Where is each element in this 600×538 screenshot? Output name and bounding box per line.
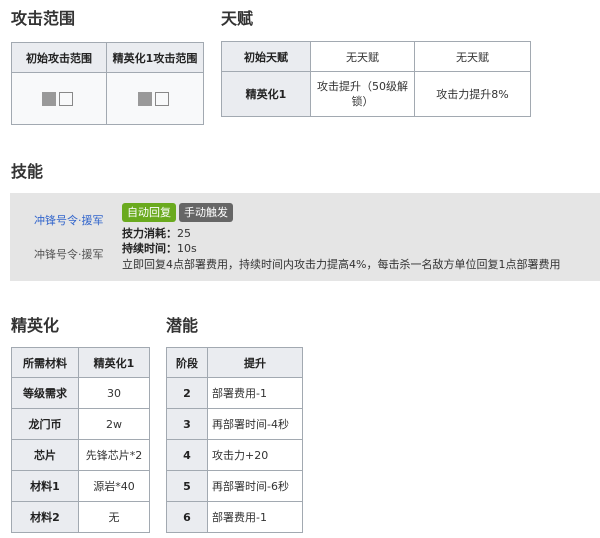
skill-tags: 自动回复 手动触发	[122, 203, 236, 222]
potential-stage: 5	[166, 470, 208, 502]
attack-range-col1-header: 初始攻击范围	[11, 42, 107, 73]
elite-row-label: 芯片	[11, 439, 79, 471]
potential-effect: 再部署时间-6秒	[207, 470, 303, 502]
elite-header-stage: 精英化1	[78, 347, 150, 378]
potential-stage: 3	[166, 408, 208, 440]
skill-cost-line: 技力消耗：25	[122, 227, 191, 241]
elite-row-value: 源岩*40	[78, 470, 150, 502]
attack-range-table: 初始攻击范围 精英化1攻击范围	[11, 42, 204, 125]
elite-heading: 精英化	[11, 316, 60, 335]
range-tile-self	[42, 91, 56, 106]
potential-stage: 6	[166, 501, 208, 533]
skill-heading: 技能	[11, 162, 44, 181]
talent-row-label: 初始天赋	[221, 41, 311, 72]
talent-value: 无天赋	[414, 41, 531, 72]
elite-table: 所需材料 精英化1 等级需求 30 龙门币 2w 芯片 先锋芯片*2 材料1 源岩*40…	[11, 347, 150, 533]
elite-row-value: 2w	[78, 408, 150, 440]
talent-value: 无天赋	[310, 41, 415, 72]
attack-range-heading: 攻击范围	[11, 9, 76, 28]
skill-description: 立即回复4点部署费用，持续时间内攻击力提高4%，每击杀一名敌方单位回复1点部署费…	[122, 258, 561, 271]
skill-name: 冲锋号令·援军	[34, 248, 104, 261]
range-tile-attack	[155, 91, 169, 106]
elite-row-value: 30	[78, 377, 150, 409]
skill-duration-label: 持续时间：	[122, 242, 177, 255]
potential-header-stage: 阶段	[166, 347, 208, 378]
potential-effect: 再部署时间-4秒	[207, 408, 303, 440]
skill-duration-line: 持续时间：10s	[122, 242, 197, 256]
elite-row-label: 材料2	[11, 501, 79, 533]
potential-table: 阶段 提升 2 部署费用-1 3 再部署时间-4秒 4 攻击力+20 5 再部署时间-6…	[166, 347, 303, 533]
talent-heading: 天赋	[221, 9, 254, 28]
talent-value: 攻击提升（50级解锁）	[310, 71, 415, 117]
potential-stage: 4	[166, 439, 208, 471]
potential-header-effect: 提升	[207, 347, 303, 378]
elite-row-label: 材料1	[11, 470, 79, 502]
skill-name-link[interactable]: 冲锋号令·援军	[34, 212, 104, 228]
talent-table: 初始天赋 无天赋 无天赋 精英化1 攻击提升（50级解锁） 攻击力提升8%	[221, 41, 531, 117]
range-tile-attack	[59, 91, 73, 106]
elite-row-label: 等级需求	[11, 377, 79, 409]
recovery-type-badge: 自动回复	[122, 203, 176, 222]
potential-effect: 部署费用-1	[207, 501, 303, 533]
elite-row-value: 先锋芯片*2	[78, 439, 150, 471]
skill-duration-value: 10s	[177, 242, 197, 255]
range-tile-self	[138, 91, 152, 106]
potential-stage: 2	[166, 377, 208, 409]
trigger-type-badge: 手动触发	[179, 203, 233, 222]
elite-row-value: 无	[78, 501, 150, 533]
potential-heading: 潜能	[166, 316, 199, 335]
skill-cost-value: 25	[177, 227, 191, 240]
elite-header-material: 所需材料	[11, 347, 79, 378]
talent-row-label: 精英化1	[221, 71, 311, 117]
skill-cost-label: 技力消耗：	[122, 227, 177, 240]
elite1-range-grid	[106, 72, 204, 125]
elite-row-label: 龙门币	[11, 408, 79, 440]
initial-range-grid	[11, 72, 107, 125]
attack-range-col2-header: 精英化1攻击范围	[106, 42, 204, 73]
potential-effect: 部署费用-1	[207, 377, 303, 409]
potential-effect: 攻击力+20	[207, 439, 303, 471]
talent-value: 攻击力提升8%	[414, 71, 531, 117]
